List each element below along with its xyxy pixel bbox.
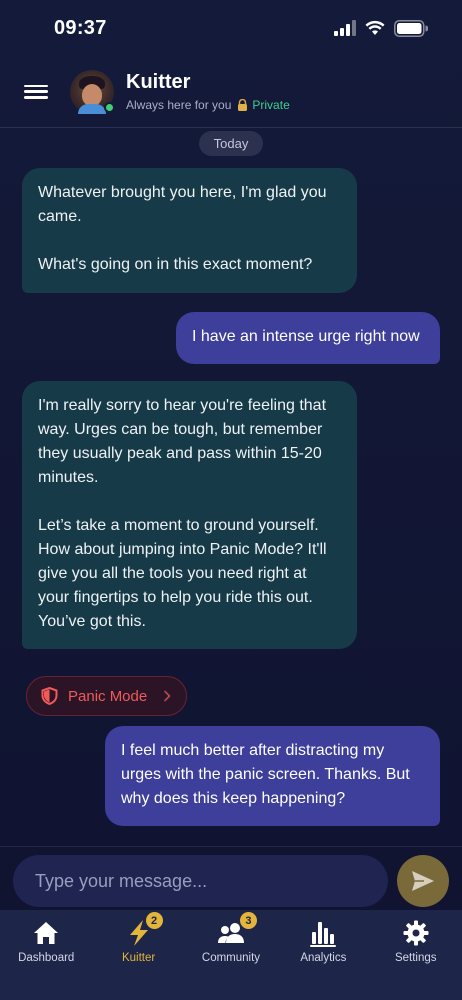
bar-chart-icon bbox=[310, 922, 337, 947]
notification-badge: 2 bbox=[145, 912, 163, 929]
bot-message: I'm really sorry to hear you're feeling … bbox=[22, 381, 357, 649]
tab-kuitter[interactable]: 2 Kuitter bbox=[92, 910, 184, 1000]
wifi-icon bbox=[365, 20, 385, 35]
online-status-dot bbox=[104, 101, 115, 113]
menu-button[interactable] bbox=[24, 82, 48, 102]
signal-icon bbox=[334, 20, 356, 36]
message-input[interactable] bbox=[13, 855, 388, 907]
tab-label: Community bbox=[201, 952, 261, 964]
panic-mode-button[interactable]: Panic Mode bbox=[26, 676, 187, 716]
chat-title: Kuitter bbox=[126, 71, 191, 93]
avatar[interactable] bbox=[70, 69, 115, 114]
chevron-right-icon bbox=[164, 690, 171, 702]
privacy-indicator: Private bbox=[237, 98, 290, 112]
date-separator: Today bbox=[199, 131, 263, 156]
tab-label: Dashboard bbox=[18, 952, 75, 964]
tab-settings[interactable]: Settings bbox=[370, 910, 462, 1000]
panic-mode-label: Panic Mode bbox=[68, 687, 148, 705]
tab-label: Settings bbox=[394, 952, 437, 964]
gear-icon bbox=[403, 920, 429, 946]
privacy-label: Private bbox=[252, 98, 290, 112]
chat-subtitle-row: Always here for you Private bbox=[126, 98, 290, 112]
bottom-tab-bar: Dashboard 2 Kuitter 3 Community Analytic… bbox=[0, 910, 462, 1000]
tab-dashboard[interactable]: Dashboard bbox=[0, 910, 92, 1000]
send-button[interactable] bbox=[397, 855, 449, 907]
notification-badge: 3 bbox=[239, 912, 257, 929]
battery-icon bbox=[394, 19, 428, 37]
message-composer bbox=[0, 846, 462, 910]
status-time: 09:37 bbox=[54, 16, 107, 39]
send-icon bbox=[412, 871, 434, 891]
chat-subtitle: Always here for you bbox=[126, 98, 232, 112]
tab-analytics[interactable]: Analytics bbox=[277, 910, 369, 1000]
chat-area[interactable]: Today Whatever brought you here, I'm gla… bbox=[0, 128, 462, 846]
tab-label: Kuitter bbox=[121, 952, 156, 964]
home-icon bbox=[34, 922, 59, 944]
tab-label: Analytics bbox=[300, 952, 347, 964]
shield-icon bbox=[41, 687, 58, 705]
tab-community[interactable]: 3 Community bbox=[185, 910, 277, 1000]
status-icons bbox=[334, 19, 428, 37]
chat-header: Kuitter Always here for you Private bbox=[0, 56, 462, 128]
bot-message: Whatever brought you here, I'm glad you … bbox=[22, 168, 357, 293]
user-message: I have an intense urge right now bbox=[176, 312, 440, 364]
header-text: Kuitter Always here for you Private bbox=[126, 71, 290, 112]
menu-icon bbox=[24, 84, 48, 87]
user-message: I feel much better after distracting my … bbox=[105, 726, 440, 826]
lock-icon bbox=[238, 99, 248, 111]
status-bar: 09:37 bbox=[0, 0, 462, 56]
